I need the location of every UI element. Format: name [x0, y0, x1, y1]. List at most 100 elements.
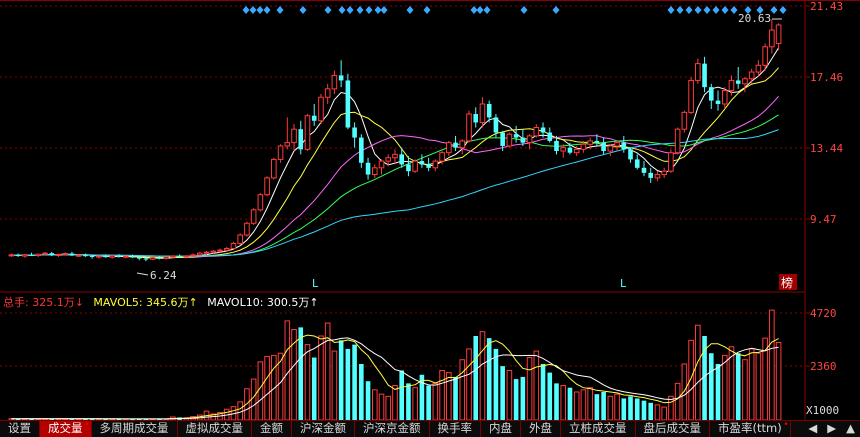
volume-bar-down	[554, 383, 559, 420]
volume-label-mid: 2360	[810, 360, 837, 373]
price-label-2: 17.46	[810, 71, 843, 84]
tab-9[interactable]: 外盘	[521, 421, 561, 437]
candle-body-up	[271, 158, 277, 179]
candle-body-up	[533, 126, 540, 137]
volume-bar-down	[426, 385, 431, 420]
volume-bar-up	[506, 369, 513, 420]
candle-body-down	[352, 127, 357, 138]
price-label-3: 13.44	[810, 142, 843, 155]
candle-body-down	[136, 257, 142, 259]
volume-bar-down	[365, 381, 371, 420]
candle-body-up	[257, 194, 264, 211]
volume-bar-up	[466, 348, 472, 420]
tab-menu-up-icon[interactable]: ▲	[841, 421, 860, 437]
volume-bar-down	[540, 364, 546, 420]
tab-label: 沪深京金额	[363, 421, 421, 435]
volume-bar-up	[479, 331, 486, 420]
candle-body-up	[163, 256, 169, 260]
volume-bar-down	[641, 400, 647, 420]
candle-body-up	[769, 29, 775, 48]
candle-body-up	[203, 251, 210, 254]
candle-body-up	[681, 111, 688, 130]
tab-1[interactable]: 成交量 •	[40, 420, 92, 437]
tab-label: 金额	[260, 421, 283, 435]
tab-label: 虚拟成交量	[185, 421, 244, 435]
candle-body-up	[560, 147, 567, 152]
candle-body-up	[190, 254, 196, 257]
tab-label: 立桩成交量	[569, 421, 627, 435]
candle-body-down	[130, 256, 135, 258]
tab-mark-dot: •	[84, 420, 90, 430]
candle-body-up	[318, 96, 324, 122]
candle-body-up	[55, 254, 62, 257]
tab-3[interactable]: 虚拟成交量	[178, 421, 252, 437]
candle-body-down	[547, 132, 553, 141]
candle-body-up	[122, 255, 129, 258]
tab-11[interactable]: 盘后成交量	[636, 421, 710, 437]
candle-body-up	[412, 160, 418, 172]
candle-body-up	[748, 71, 755, 80]
candle-body-up	[432, 160, 439, 169]
candle-body-up	[96, 255, 102, 258]
candle-body-up	[371, 167, 378, 176]
tab-8[interactable]: 内盘	[481, 421, 521, 437]
candle-body-up	[674, 128, 681, 154]
volume-label-top: 4720	[810, 307, 837, 320]
volume-bar-down	[520, 376, 526, 420]
candle-body-down	[406, 164, 411, 172]
candle-body-up	[378, 160, 385, 169]
volume-bar-up	[432, 382, 439, 420]
volume-bar-up	[378, 393, 385, 420]
volume-bar-up	[607, 395, 614, 420]
tab-0[interactable]: 设置	[0, 421, 40, 437]
tab-label: 外盘	[529, 421, 552, 435]
volume-bar-down	[594, 394, 600, 420]
volume-mavol5: MAVOL5: 345.6万↑	[93, 296, 198, 309]
tab-6[interactable]: 沪深京金额	[355, 421, 430, 437]
candle-body-up	[324, 88, 331, 98]
candle-body-up	[264, 177, 270, 196]
candle-body-up	[688, 79, 694, 113]
candle-body-up	[170, 255, 176, 258]
tab-4[interactable]: 金额	[252, 421, 292, 437]
candle-body-up	[607, 145, 614, 152]
price-label-top: 21.43	[810, 0, 843, 13]
volume-bar-up	[775, 341, 782, 420]
tab-12[interactable]: 市盈率(ttm) •	[710, 420, 791, 437]
volume-bar-down	[345, 348, 351, 420]
volume-bar-down	[634, 398, 640, 420]
tab-label: 设置	[8, 421, 31, 435]
candle-body-down	[311, 115, 317, 121]
volume-bar-down	[473, 336, 479, 420]
candle-body-down	[83, 255, 88, 257]
candle-body-up	[668, 152, 674, 172]
volume-bar-up	[674, 382, 681, 420]
tab-scroll-left-icon[interactable]: ◀	[803, 421, 822, 437]
tab-2[interactable]: 多周期成交量	[92, 421, 178, 437]
volume-bar-down	[486, 338, 492, 420]
candle-body-down	[621, 142, 627, 150]
candle-body-up	[244, 222, 250, 236]
tab-10[interactable]: 立桩成交量	[561, 421, 636, 437]
candle-body-down	[648, 172, 654, 178]
candle-body-down	[103, 256, 108, 258]
candle-body-up	[291, 128, 297, 144]
candle-body-down	[641, 167, 647, 173]
volume-unit: X1000	[806, 404, 839, 417]
kline-chart[interactable]: 21.43 17.46 13.44 9.47 4720 2360 X1000 2…	[0, 0, 860, 420]
candle-body-down	[601, 142, 606, 152]
tab-scroll-right-icon[interactable]: ▶	[822, 421, 841, 437]
candle-body-down	[177, 256, 182, 258]
volume-info-bar: 总手: 325.1万↓ MAVOL5: 345.6万↑ MAVOL10: 300…	[3, 294, 325, 310]
candle-body-up	[466, 113, 472, 142]
candle-body-up	[654, 174, 661, 179]
candle-body-up	[210, 250, 217, 253]
indicator-tab-bar: 设置 成交量 • 多周期成交量 虚拟成交量 金额 沪深金额 沪深京金额 换手率 内盘 外盘 立桩成交量…	[0, 420, 860, 437]
volume-bar-up	[614, 393, 620, 420]
volume-bar-up	[392, 385, 398, 420]
tab-7[interactable]: 换手率	[430, 421, 481, 437]
candle-body-up	[42, 252, 48, 255]
candle-body-down	[365, 162, 371, 175]
tab-5[interactable]: 沪深金额	[292, 421, 355, 437]
volume-bar-down	[399, 370, 405, 420]
